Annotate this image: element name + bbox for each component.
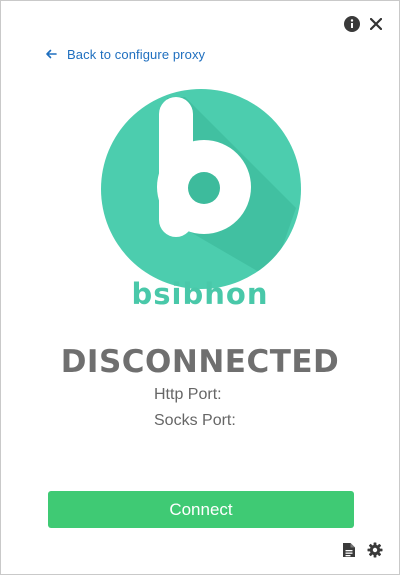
footer-actions xyxy=(340,541,384,559)
http-port-label: Http Port: xyxy=(154,386,222,403)
info-icon[interactable] xyxy=(343,15,361,33)
gear-icon[interactable] xyxy=(366,541,384,559)
connect-button[interactable]: Connect xyxy=(48,491,354,528)
http-port-row: Http Port: xyxy=(1,386,399,404)
window-controls xyxy=(343,15,385,33)
socks-port-row: Socks Port: xyxy=(1,412,399,430)
back-to-configure-link[interactable]: Back to configure proxy xyxy=(45,47,205,62)
arrow-left-icon xyxy=(45,47,57,62)
socks-port-label: Socks Port: xyxy=(154,412,236,429)
app-window: Back to configure proxy bsibhon DISCONNE… xyxy=(0,0,400,575)
close-icon[interactable] xyxy=(367,15,385,33)
brand-name: bsibhon xyxy=(131,277,269,311)
connection-status: DISCONNECTED xyxy=(60,344,340,380)
back-link-label: Back to configure proxy xyxy=(67,47,206,62)
document-icon[interactable] xyxy=(340,541,358,559)
brand-logo xyxy=(101,89,301,289)
